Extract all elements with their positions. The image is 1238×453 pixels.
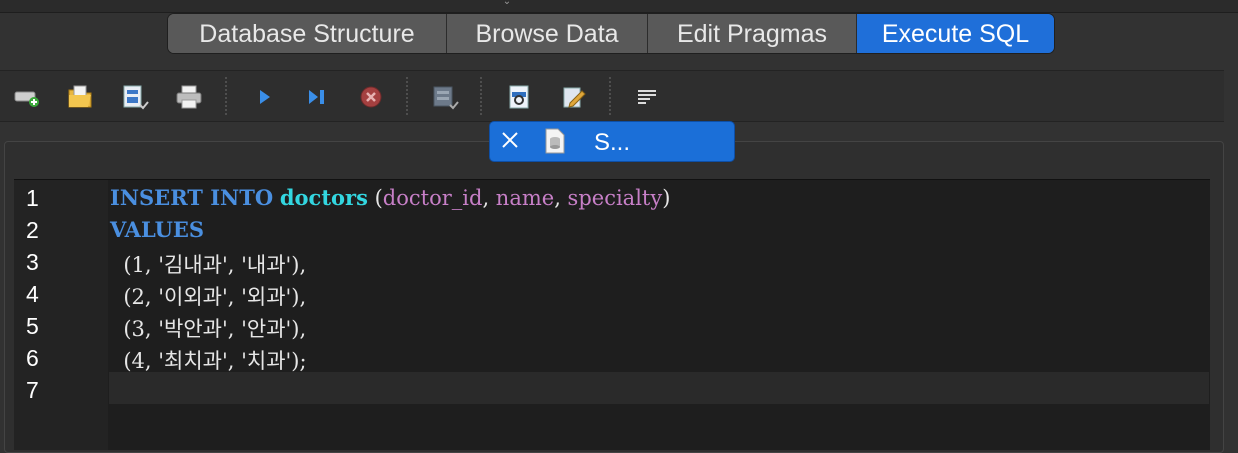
code-line-1: INSERT INTO doctors (doctor_id, name, sp… bbox=[110, 185, 670, 210]
line-number: 3 bbox=[26, 249, 39, 275]
save-results-icon[interactable] bbox=[431, 83, 459, 111]
code-line-4: (2, '이외과', '외과'), bbox=[110, 285, 307, 309]
file-tab-label: S... bbox=[594, 129, 631, 156]
line-number: 7 bbox=[26, 377, 39, 403]
line-number-gutter: 1 2 3 4 5 6 7 bbox=[14, 180, 108, 450]
code-line-2: VALUES bbox=[110, 217, 204, 242]
sql-punctuation: , bbox=[482, 186, 496, 210]
toolbar-separator bbox=[480, 77, 482, 115]
line-number: 2 bbox=[26, 217, 39, 243]
window-top-border: ⌄ bbox=[0, 0, 1238, 13]
sql-punctuation: ( bbox=[367, 186, 383, 210]
execute-all-icon[interactable] bbox=[251, 83, 279, 111]
find-icon[interactable] bbox=[506, 83, 534, 111]
current-line-highlight bbox=[109, 372, 1209, 404]
sql-editor[interactable]: 1 2 3 4 5 6 7 INSERT INTO doctors (docto… bbox=[14, 179, 1210, 450]
tab-execute-sql[interactable]: Execute SQL bbox=[857, 14, 1054, 53]
open-sql-file-icon[interactable] bbox=[66, 83, 94, 111]
sql-table-name: doctors bbox=[279, 185, 368, 210]
find-replace-icon[interactable] bbox=[560, 83, 588, 111]
close-icon[interactable] bbox=[498, 128, 522, 152]
sql-column-name: specialty bbox=[567, 186, 663, 210]
line-number: 6 bbox=[26, 345, 39, 371]
toolbar-separator bbox=[609, 77, 611, 115]
save-sql-file-icon[interactable] bbox=[121, 83, 149, 111]
code-line-3: (1, '김내과', '내과'), bbox=[110, 253, 307, 277]
sql-column-name: doctor_id bbox=[382, 186, 483, 210]
main-tab-bar: Database Structure Browse Data Edit Prag… bbox=[167, 13, 1055, 54]
print-icon[interactable] bbox=[175, 83, 203, 111]
sql-punctuation: ) bbox=[662, 186, 671, 210]
line-number: 4 bbox=[26, 281, 39, 307]
open-tab-icon[interactable] bbox=[13, 83, 41, 111]
tab-database-structure[interactable]: Database Structure bbox=[168, 14, 447, 53]
sql-file-tab[interactable]: S... bbox=[489, 121, 735, 162]
toolbar-separator bbox=[225, 77, 227, 115]
code-line-6: (4, '최치과', '치과'); bbox=[110, 349, 307, 373]
code-line-5: (3, '박안과', '안과'), bbox=[110, 317, 307, 341]
sql-document-icon bbox=[544, 128, 566, 154]
stop-execution-icon[interactable] bbox=[357, 83, 385, 111]
toolbar-separator bbox=[406, 77, 408, 115]
chevron-down-icon: ⌄ bbox=[502, 0, 512, 7]
sql-punctuation: , bbox=[554, 186, 568, 210]
sql-column-name: name bbox=[495, 186, 555, 210]
sql-keyword: VALUES bbox=[110, 217, 205, 242]
sql-toolbar bbox=[0, 70, 1224, 122]
line-number: 5 bbox=[26, 313, 39, 339]
line-number: 1 bbox=[26, 185, 39, 211]
comment-lines-icon[interactable] bbox=[634, 83, 662, 111]
tab-browse-data[interactable]: Browse Data bbox=[447, 14, 648, 53]
execute-current-line-icon[interactable] bbox=[303, 83, 331, 111]
sql-keyword: INSERT INTO bbox=[110, 185, 274, 210]
tab-edit-pragmas[interactable]: Edit Pragmas bbox=[648, 14, 857, 53]
